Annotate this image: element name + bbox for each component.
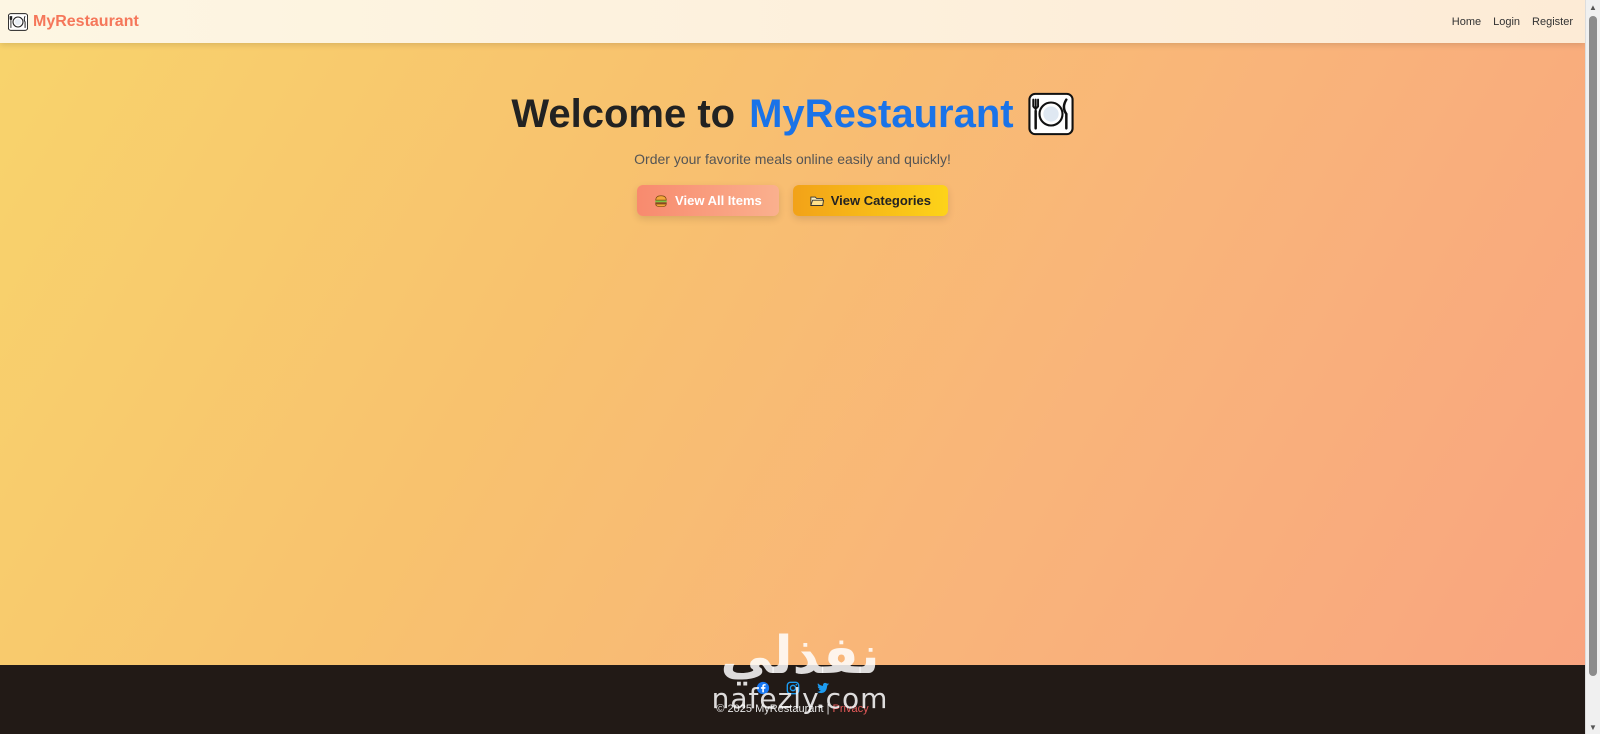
hero-section: Welcome to MyRestaurant Order your favor… [0,43,1585,216]
social-links [0,681,1585,695]
hero-actions: View All Items View Categories [0,185,1585,216]
view-all-items-button[interactable]: View All Items [637,185,779,216]
plate-cutlery-icon [1028,91,1074,137]
vertical-scrollbar[interactable]: ▲ ▼ [1585,0,1600,734]
navbar: MyRestaurant Home Login Register [0,0,1585,43]
scroll-thumb[interactable] [1589,16,1597,676]
view-categories-button[interactable]: View Categories [792,185,948,216]
brand-name: MyRestaurant [33,12,139,30]
brand-link[interactable]: MyRestaurant [8,12,139,32]
nav-link-home[interactable]: Home [1452,16,1481,28]
view-all-items-label: View All Items [675,193,762,208]
burger-icon [654,194,668,208]
nav-link-login[interactable]: Login [1493,16,1520,28]
facebook-icon[interactable] [756,681,770,695]
plate-cutlery-icon [8,12,28,32]
privacy-link[interactable]: Privacy [833,703,869,715]
instagram-icon[interactable] [786,681,800,695]
scroll-down-arrow-icon[interactable]: ▼ [1586,720,1600,734]
title-prefix: Welcome to [511,91,736,136]
view-categories-label: View Categories [830,193,931,208]
nav-links: Home Login Register [1452,16,1577,28]
folder-icon [810,194,824,208]
copyright-text: © 2025 MyRestaurant | [716,703,830,715]
scroll-up-arrow-icon[interactable]: ▲ [1586,0,1600,14]
title-accent: MyRestaurant [749,91,1014,136]
footer: © 2025 MyRestaurant | Privacy [0,665,1585,734]
footer-copyright: © 2025 MyRestaurant | Privacy [0,703,1585,715]
page-title: Welcome to MyRestaurant [511,91,1074,137]
twitter-icon[interactable] [816,681,830,695]
hero-subtitle: Order your favorite meals online easily … [634,151,951,167]
nav-link-register[interactable]: Register [1532,16,1573,28]
